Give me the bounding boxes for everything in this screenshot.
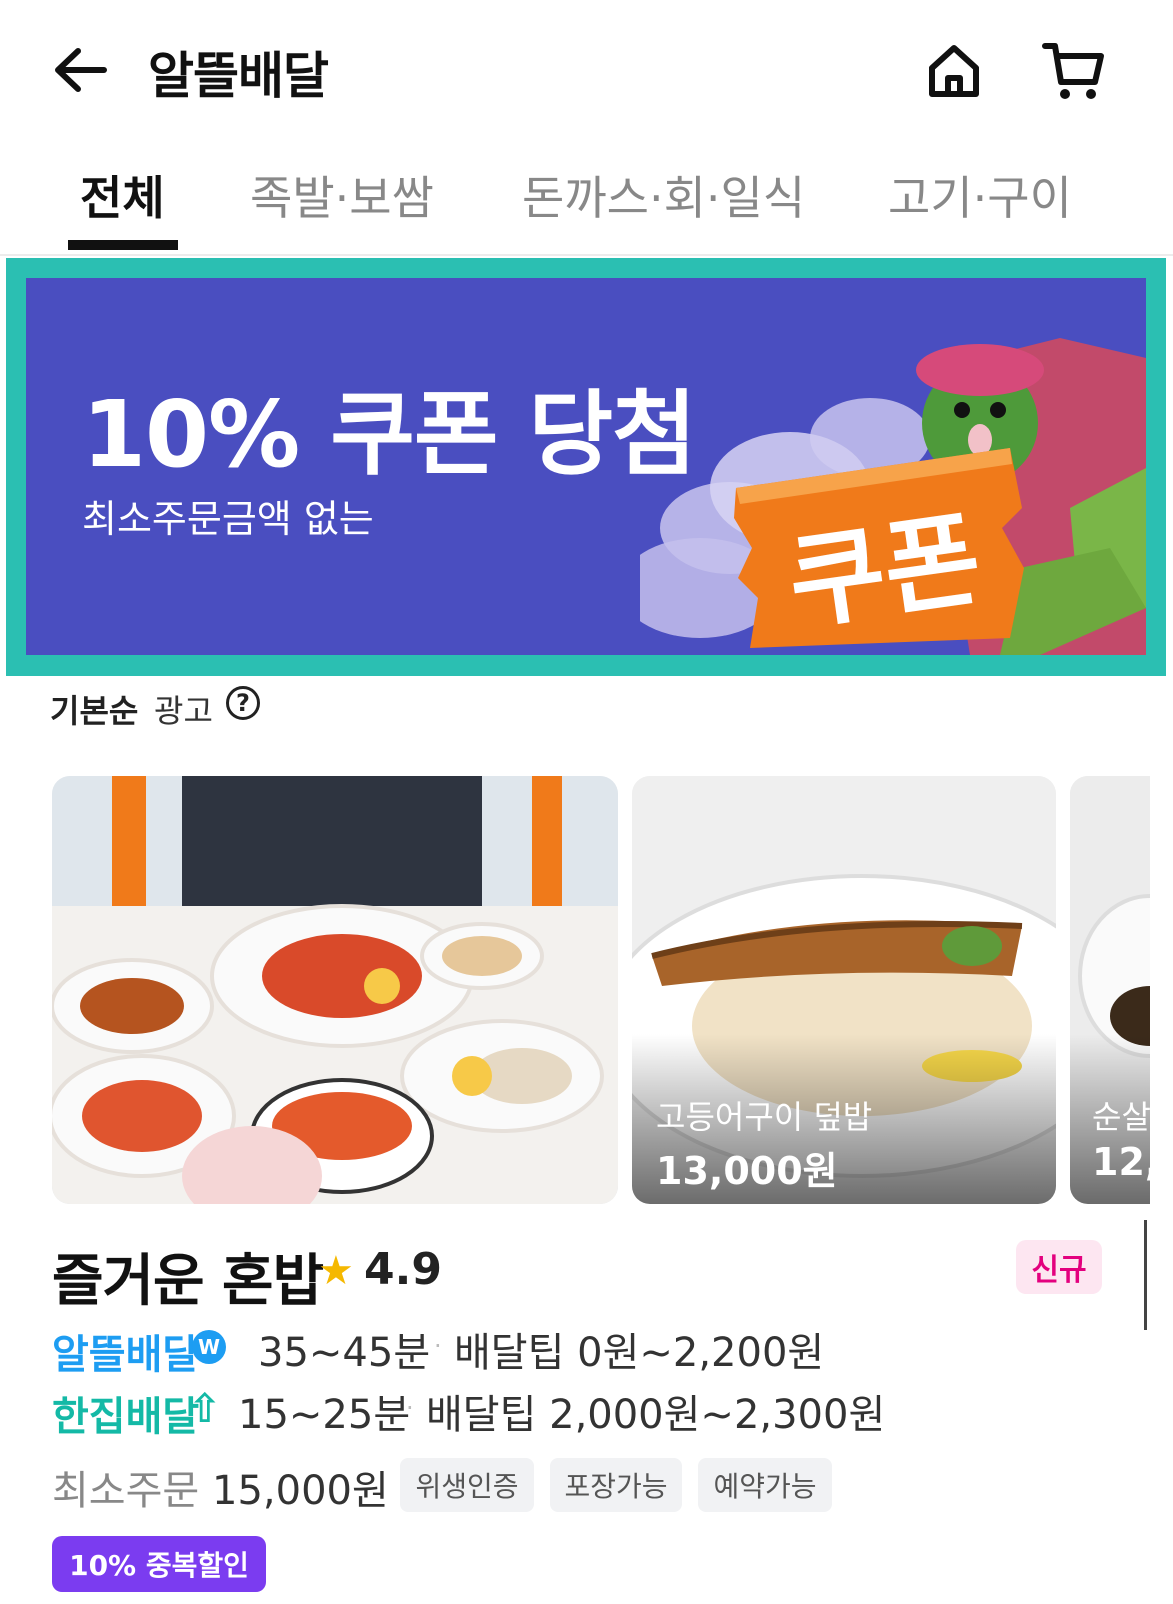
active-tab-indicator xyxy=(68,240,178,250)
cart-button[interactable] xyxy=(1036,36,1112,108)
tab-meat-grill[interactable]: 고기·구이 xyxy=(888,162,1072,228)
separator: · xyxy=(406,1394,414,1422)
menu-name: 순살 xyxy=(1092,1098,1150,1136)
delivery-tip: 배달팁 2,000원~2,300원 xyxy=(426,1392,886,1438)
store-name[interactable]: 즐거운 혼밥 xyxy=(52,1236,324,1317)
home-button[interactable] xyxy=(918,36,990,108)
service-name-saver: 알뜰배달 xyxy=(52,1332,200,1378)
min-order-label: 최소주문 xyxy=(52,1468,200,1514)
home-icon xyxy=(929,45,979,97)
sort-option[interactable]: 기본순 xyxy=(50,686,138,732)
menu-card[interactable]: 순살 12, xyxy=(1070,776,1150,1204)
menu-card[interactable]: 고등어구이 덮밥 13,000원 xyxy=(632,776,1056,1204)
tab-all[interactable]: 전체 xyxy=(80,162,165,228)
separator: · xyxy=(434,1332,442,1360)
menu-price: 13,000원 xyxy=(656,1149,838,1193)
divider xyxy=(1144,1220,1147,1330)
delivery-time: 35~45분 xyxy=(258,1330,431,1376)
back-button[interactable] xyxy=(48,38,112,102)
menu-name: 고등어구이 덮밥 xyxy=(656,1098,873,1136)
menu-price: 12, xyxy=(1092,1140,1150,1184)
new-badge: 신규 xyxy=(1016,1240,1102,1294)
star-icon: ★ xyxy=(318,1248,354,1294)
cart-icon xyxy=(1042,43,1104,99)
min-order-value: 15,000원 xyxy=(212,1468,389,1514)
single-delivery-icon: ⇧ xyxy=(188,1386,222,1432)
coupon-mascot-illustration: 쿠폰 xyxy=(640,338,1146,655)
app-header: 알뜰배달 xyxy=(0,0,1173,140)
saver-delivery-icon: W xyxy=(192,1330,226,1364)
arrow-left-icon xyxy=(55,48,107,92)
ad-label: 광고 xyxy=(154,692,213,730)
store-rating: 4.9 xyxy=(364,1244,442,1295)
delivery-tip: 배달팁 0원~2,200원 xyxy=(454,1330,825,1376)
tag-hygiene-certified: 위생인증 xyxy=(400,1458,534,1512)
tab-donkatsu-hoe-japanese[interactable]: 돈까스·회·일식 xyxy=(522,162,805,228)
food-spread-image xyxy=(52,776,618,1204)
banner-subtitle: 최소주문금액 없는 xyxy=(82,497,374,541)
discount-badge: 10% 중복할인 xyxy=(52,1536,266,1592)
store-main-photo[interactable] xyxy=(52,776,618,1204)
tag-takeout-available: 포장가능 xyxy=(550,1458,682,1512)
delivery-time: 15~25분 xyxy=(238,1392,411,1438)
page-title: 알뜰배달 xyxy=(148,47,329,105)
help-icon[interactable]: ? xyxy=(226,686,260,720)
banner-title: 10% 쿠폰 당첨 xyxy=(82,381,697,488)
service-name-single: 한집배달 xyxy=(52,1394,200,1440)
category-tabs: 전체 족발·보쌈 돈까스·회·일식 고기·구이 xyxy=(0,150,1173,256)
tab-jokbal-bossam[interactable]: 족발·보쌈 xyxy=(250,162,434,228)
tag-reservation-available: 예약가능 xyxy=(698,1458,832,1512)
